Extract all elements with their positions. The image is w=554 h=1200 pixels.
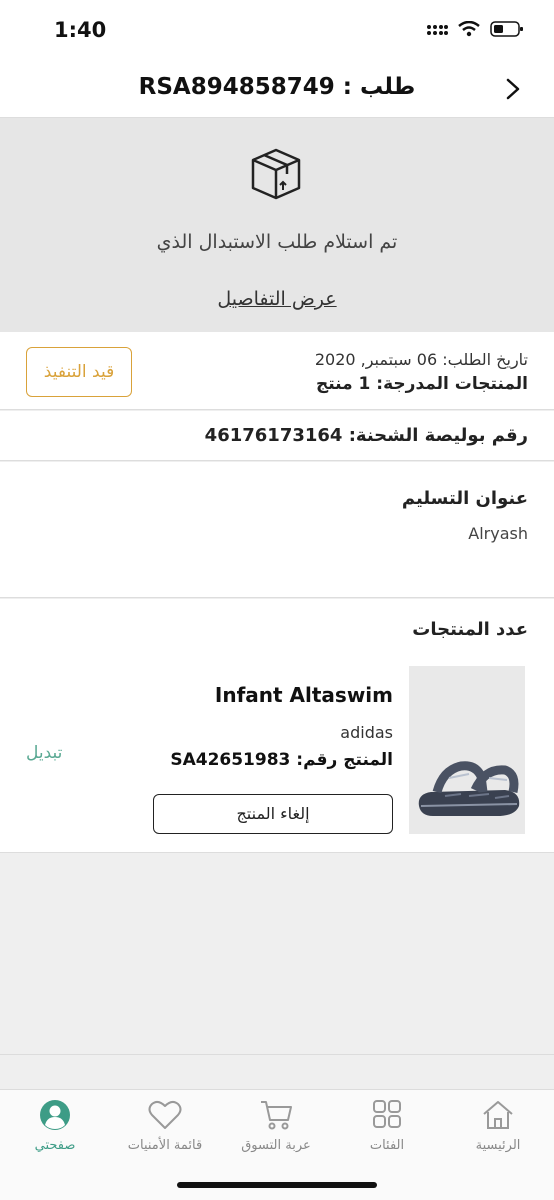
tab-cart-label: عربة التسوق xyxy=(241,1138,311,1153)
address-title: عنوان التسليم xyxy=(401,488,528,509)
tab-profile[interactable]: صفحتي xyxy=(0,1098,110,1168)
banner-message: تم استلام طلب الاستبدال الذي xyxy=(156,231,398,253)
heart-icon xyxy=(148,1100,182,1129)
product-brand: adidas xyxy=(340,723,393,742)
tab-home-label: الرئيسية xyxy=(475,1138,521,1153)
nav-bar: طلب : RSA894858749 xyxy=(0,60,554,118)
tab-cart[interactable]: عربة التسوق xyxy=(221,1098,331,1168)
tab-profile-label: صفحتي xyxy=(34,1138,76,1153)
sandal-product-image[interactable] xyxy=(409,666,525,834)
package-box-icon xyxy=(251,148,301,200)
delivery-address: عنوان التسليم Alryash xyxy=(0,462,554,598)
tab-categories[interactable]: الفئات xyxy=(332,1098,442,1168)
shipment-info: رقم بوليصة الشحنة: 46176173164 xyxy=(0,411,554,461)
status-bar: 1:40 xyxy=(0,0,554,60)
home-indicator xyxy=(177,1182,377,1188)
battery-icon xyxy=(490,21,523,37)
order-item-count: المنتجات المدرجة: 1 منتج xyxy=(315,374,528,394)
shipment-number: رقم بوليصة الشحنة: 46176173164 xyxy=(204,425,528,446)
home-icon xyxy=(483,1101,513,1129)
exchange-banner: تم استلام طلب الاستبدال الذي عرض التفاصي… xyxy=(0,118,554,332)
wifi-icon xyxy=(458,21,480,37)
product-sku: المنتج رقم: SA42651983 xyxy=(170,750,393,770)
tab-wishlist[interactable]: قائمة الأمنيات xyxy=(110,1098,220,1168)
exchange-link[interactable]: تبديل xyxy=(26,743,62,763)
divider xyxy=(0,1054,554,1055)
chevron-right-icon[interactable] xyxy=(500,76,526,102)
tab-wishlist-label: قائمة الأمنيات xyxy=(127,1138,203,1153)
order-date: تاريخ الطلب: 06 سبتمبر, 2020 xyxy=(314,350,528,369)
status-time: 1:40 xyxy=(54,18,107,42)
status-badge: قيد التنفيذ xyxy=(26,347,132,397)
address-value: Alryash xyxy=(468,524,528,543)
products-section: عدد المنتجات Infant Altaswim adidas المن… xyxy=(0,599,554,853)
page-title: طلب : RSA894858749 xyxy=(138,74,416,100)
profile-icon xyxy=(40,1100,70,1130)
cart-icon xyxy=(261,1101,292,1130)
sandal-icon xyxy=(418,761,520,816)
status-icons xyxy=(426,20,524,38)
tab-categories-label: الفئات xyxy=(369,1138,405,1153)
tab-home[interactable]: الرئيسية xyxy=(443,1098,553,1168)
products-title: عدد المنتجات xyxy=(412,619,528,640)
grid-icon xyxy=(373,1100,401,1128)
product-name: Infant Altaswim xyxy=(214,683,393,707)
cancel-product-button[interactable]: إلغاء المنتج xyxy=(153,794,393,834)
view-details-link[interactable]: عرض التفاصيل xyxy=(0,288,554,310)
signal-icon xyxy=(427,25,448,35)
